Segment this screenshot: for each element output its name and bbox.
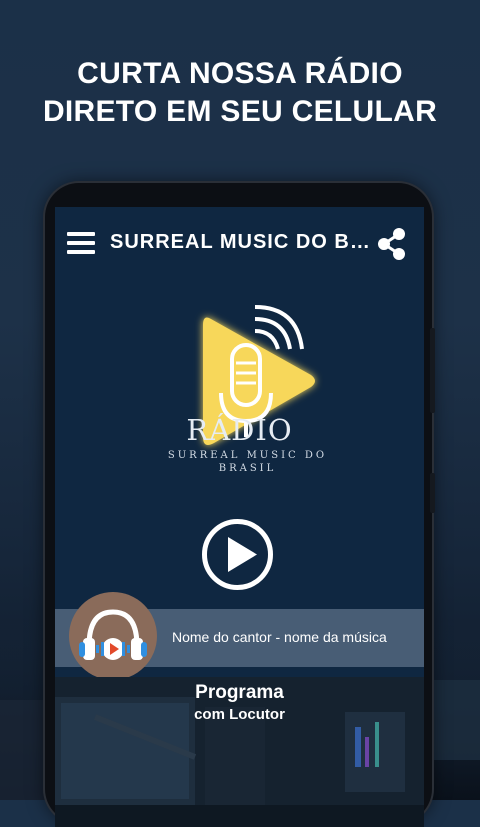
program-info: Programa com Locutor — [55, 681, 424, 725]
logo-radio-word: RÁDIO — [186, 413, 293, 447]
promo-headline-line2: DIRETO EM SEU CELULAR — [42, 95, 438, 128]
headphones-icon — [79, 609, 147, 660]
program-name: Programa — [195, 682, 284, 703]
play-button[interactable] — [200, 517, 275, 592]
logo-brand-text: SURREAL MUSIC DO BRASIL — [155, 449, 340, 475]
app-title: SURREAL MUSIC DO BRASIL — [110, 231, 375, 253]
song-info-text: Nome do cantor - nome da música — [172, 629, 387, 645]
menu-icon[interactable] — [67, 232, 95, 254]
phone-volume-button — [430, 328, 435, 413]
program-host: com Locutor — [194, 706, 285, 723]
promo-headline-line1: CURTA NOSSA RÁDIO — [77, 57, 403, 90]
logo-brand-line2: BRASIL — [218, 463, 277, 474]
promo-headline: CURTA NOSSA RÁDIO DIRETO EM SEU CELULAR — [0, 55, 480, 131]
phone-screen: SURREAL MUSIC DO BRASIL — [55, 207, 424, 827]
phone-power-button — [430, 473, 435, 513]
app-toolbar: SURREAL MUSIC DO BRASIL — [55, 207, 424, 279]
headphones-avatar — [69, 592, 157, 680]
logo-brand-line1: SURREAL MUSIC DO — [167, 450, 328, 461]
share-icon[interactable] — [377, 227, 407, 261]
play-icon — [228, 537, 257, 572]
phone-frame: SURREAL MUSIC DO BRASIL — [45, 183, 435, 827]
